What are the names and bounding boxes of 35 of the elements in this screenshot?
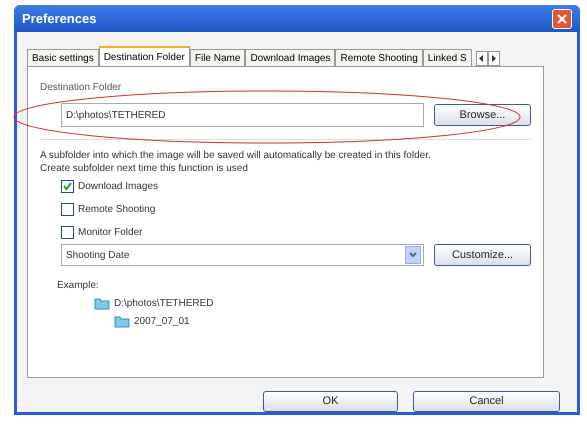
- window-title: Preferences: [22, 10, 96, 28]
- checkbox-label: Download Images: [78, 180, 158, 194]
- subfolder-dropdown[interactable]: Shooting Date: [61, 244, 424, 266]
- dialog-button[interactable]: Cancel: [413, 391, 560, 412]
- close-button[interactable]: [552, 8, 572, 28]
- checkbox[interactable]: [61, 203, 74, 216]
- tab[interactable]: Remote Shooting: [335, 49, 423, 66]
- checkbox-label: Remote Shooting: [78, 203, 156, 217]
- close-icon: [557, 14, 567, 24]
- folder-icon: [94, 296, 110, 310]
- tab[interactable]: Basic settings: [27, 49, 99, 66]
- right-arrow-icon: [491, 55, 496, 62]
- browse-button[interactable]: Browse...: [434, 104, 531, 126]
- field-label: Destination Folder: [40, 81, 122, 95]
- scroll-right-button[interactable]: [488, 51, 500, 66]
- dialog-button[interactable]: OK: [263, 391, 398, 412]
- folder-name: D:\photos\TETHERED: [114, 296, 214, 310]
- tab[interactable]: Destination Folder: [98, 46, 190, 66]
- tab[interactable]: Download Images: [245, 49, 336, 66]
- folder-icon: [114, 314, 130, 328]
- check-icon: [63, 182, 72, 191]
- example-label: Example:: [57, 279, 100, 293]
- tab[interactable]: Linked S: [422, 49, 472, 66]
- checkbox[interactable]: [61, 226, 74, 239]
- left-arrow-icon: [479, 55, 484, 62]
- checkbox-label: Monitor Folder: [78, 226, 142, 240]
- customize-button[interactable]: Customize...: [434, 244, 531, 266]
- checkbox[interactable]: [61, 180, 74, 193]
- scroll-left-button[interactable]: [476, 51, 488, 66]
- tab[interactable]: File Name: [190, 49, 246, 66]
- folder-path-field[interactable]: D:\photos\TETHERED: [61, 103, 424, 127]
- folder-name: 2007_07_01: [134, 314, 190, 328]
- description-text: Create subfolder next time this function is used: [40, 162, 249, 175]
- description-text: A subfolder into which the image will be saved will automatically be created in this folder.: [40, 149, 432, 162]
- dropdown-value: Shooting Date: [66, 248, 130, 262]
